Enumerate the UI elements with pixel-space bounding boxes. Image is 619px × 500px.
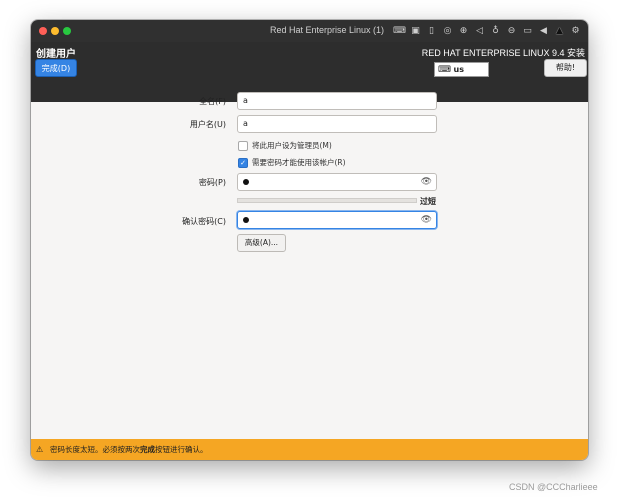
microphone-icon[interactable]: ♁ bbox=[489, 25, 502, 37]
keyboard-layout-label: us bbox=[453, 65, 465, 74]
speaker-icon[interactable]: ◁ bbox=[473, 25, 486, 37]
warning-text-prefix: 密码长度太短。必须按两次 bbox=[50, 445, 140, 454]
window-title: Red Hat Enterprise Linux (1) bbox=[270, 25, 385, 35]
admin-checkbox-row[interactable]: 将此用户设为管理员(M) bbox=[238, 140, 332, 151]
fullname-value: a bbox=[243, 96, 248, 105]
drive-icon[interactable]: ⊖ bbox=[505, 25, 518, 37]
maximize-window-button[interactable] bbox=[63, 27, 71, 35]
installer-window: Red Hat Enterprise Linux (1) ⌨ ▣ ▯ ◎ ⊕ ◁… bbox=[31, 20, 588, 460]
keyboard-layout-indicator[interactable]: ⌨ us bbox=[434, 62, 489, 77]
product-title: RED HAT ENTERPRISE LINUX 9.4 安装 bbox=[421, 48, 585, 58]
admin-checkbox-label: 将此用户设为管理员(M) bbox=[252, 141, 332, 150]
titlebar-toolbar: ⌨ ▣ ▯ ◎ ⊕ ◁ ♁ ⊖ ▭ ◀ ▲ ⚙ bbox=[393, 25, 582, 37]
password-strength-bar bbox=[237, 198, 417, 203]
warning-icon[interactable]: ▲ bbox=[553, 25, 566, 37]
keyboard-icon[interactable]: ⌨ bbox=[393, 25, 406, 37]
camera-icon[interactable]: ▭ bbox=[521, 25, 534, 37]
back-arrow-icon[interactable]: ◀ bbox=[537, 25, 550, 37]
done-button[interactable]: 完成(D) bbox=[35, 59, 77, 77]
cpu-icon[interactable]: ▣ bbox=[409, 25, 422, 37]
window-titlebar: Red Hat Enterprise Linux (1) ⌨ ▣ ▯ ◎ ⊕ ◁… bbox=[31, 20, 588, 42]
warning-text-bold: 完成 bbox=[140, 445, 155, 454]
globe-icon[interactable]: ⊕ bbox=[457, 25, 470, 37]
require-password-checkbox-row[interactable]: ✓ 需要密码才能使用该帐户(R) bbox=[238, 157, 346, 168]
show-password-eye-icon[interactable]: 👁 bbox=[421, 174, 432, 190]
minimize-window-button[interactable] bbox=[51, 27, 59, 35]
password-strength-label: 过短 bbox=[420, 197, 436, 206]
fullname-label: 全名(F) bbox=[199, 97, 226, 106]
password-label: 密码(P) bbox=[198, 178, 226, 187]
close-window-button[interactable] bbox=[39, 27, 47, 35]
warning-text-suffix: 按钮进行确认。 bbox=[155, 445, 208, 454]
require-password-checkbox-label: 需要密码才能使用该帐户(R) bbox=[252, 158, 346, 167]
advanced-button[interactable]: 高级(A)... bbox=[237, 234, 286, 252]
watermark: CSDN @CCCharlieee bbox=[509, 482, 598, 492]
settings-icon[interactable]: ⚙ bbox=[569, 25, 582, 37]
username-label: 用户名(U) bbox=[189, 120, 226, 129]
password-mask-dot bbox=[243, 179, 249, 185]
keyboard-icon: ⌨ bbox=[438, 65, 451, 75]
username-value: a bbox=[243, 119, 248, 128]
confirm-password-label: 确认密码(C) bbox=[182, 217, 226, 226]
fullname-field[interactable]: a bbox=[237, 92, 437, 110]
help-button[interactable]: 帮助! bbox=[544, 59, 587, 77]
username-field[interactable]: a bbox=[237, 115, 437, 133]
page-title: 创建用户 bbox=[36, 49, 76, 60]
warning-triangle-icon: ⚠ bbox=[36, 445, 44, 454]
confirm-mask-dot bbox=[243, 217, 249, 223]
warning-message: 密码长度太短。必须按两次完成按钮进行确认。 bbox=[50, 439, 208, 460]
require-password-checkbox[interactable]: ✓ bbox=[238, 157, 248, 168]
password-field[interactable]: 👁 bbox=[237, 173, 437, 191]
show-confirm-password-eye-icon[interactable]: 👁 bbox=[421, 212, 432, 228]
confirm-password-field[interactable]: 👁 bbox=[237, 211, 437, 229]
disc-icon[interactable]: ◎ bbox=[441, 25, 454, 37]
usb-icon[interactable]: ▯ bbox=[425, 25, 438, 37]
admin-checkbox[interactable] bbox=[238, 140, 248, 151]
warning-bar[interactable]: ⚠ 密码长度太短。必须按两次完成按钮进行确认。 bbox=[31, 439, 588, 460]
